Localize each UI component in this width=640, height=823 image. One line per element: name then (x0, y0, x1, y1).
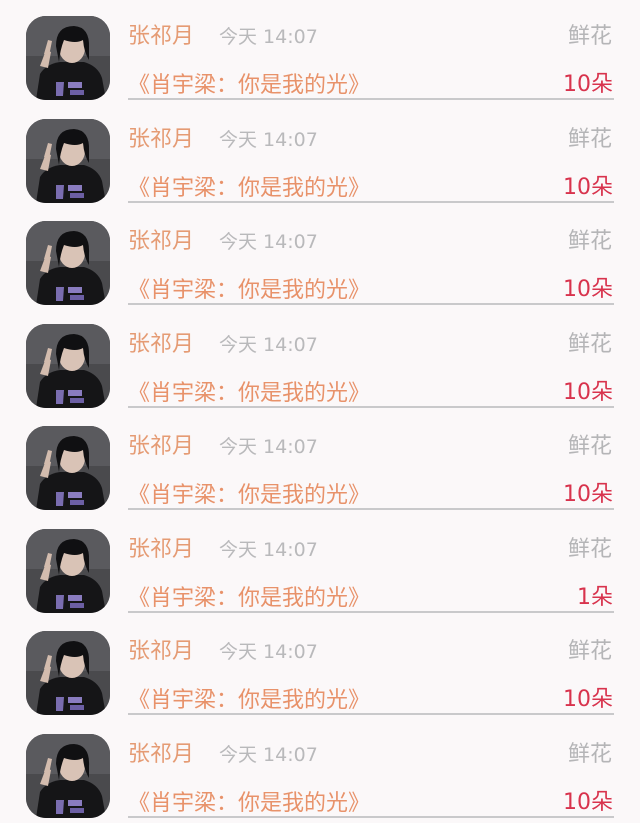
gift-type: 鲜花 (567, 24, 612, 49)
user-name[interactable]: 张祁月 (128, 18, 194, 50)
gift-type: 鲜花 (567, 536, 612, 562)
gift-type: 鲜花 (567, 126, 612, 152)
divider (128, 200, 614, 203)
divider (128, 610, 614, 613)
divider (128, 815, 614, 818)
avatar[interactable] (26, 118, 110, 203)
user-name[interactable]: 张祁月 (128, 736, 194, 768)
timestamp: 今天 14:07 (219, 538, 318, 561)
gift-count: 10朵 (563, 277, 613, 302)
gift-count: 10朵 (563, 789, 613, 815)
work-title[interactable]: 《肖宇梁：你是我的光》 (128, 272, 370, 304)
user-name[interactable]: 张祁月 (128, 121, 194, 153)
timestamp: 今天 14:07 (219, 333, 318, 356)
timestamp: 今天 14:07 (219, 436, 318, 458)
avatar[interactable] (26, 221, 110, 305)
divider (128, 303, 614, 305)
work-title[interactable]: 《肖宇梁：你是我的光》 (128, 477, 370, 509)
avatar[interactable] (26, 323, 110, 408)
work-title[interactable]: 《肖宇梁：你是我的光》 (128, 170, 370, 202)
list-item[interactable]: 张祁月 今天 14:07 鲜花 《肖宇梁：你是我的光》 10朵 (0, 718, 640, 821)
avatar[interactable] (26, 631, 110, 715)
gift-type: 鲜花 (567, 434, 612, 459)
work-title[interactable]: 《肖宇梁：你是我的光》 (128, 785, 370, 817)
gift-count: 10朵 (563, 687, 613, 712)
divider (128, 713, 614, 715)
timestamp: 今天 14:07 (219, 231, 318, 253)
timestamp: 今天 14:07 (219, 641, 318, 663)
work-title[interactable]: 《肖宇梁：你是我的光》 (128, 580, 370, 612)
list-item[interactable]: 张祁月 今天 14:07 鲜花 《肖宇梁：你是我的光》 10朵 (0, 205, 640, 308)
divider (128, 98, 614, 100)
timestamp: 今天 14:07 (219, 743, 318, 766)
gift-type: 鲜花 (567, 331, 612, 357)
user-name[interactable]: 张祁月 (128, 326, 194, 358)
gift-count: 10朵 (563, 379, 613, 405)
list-item[interactable]: 张祁月 今天 14:07 鲜花 《肖宇梁：你是我的光》 10朵 (0, 103, 640, 206)
user-name[interactable]: 张祁月 (128, 531, 194, 563)
work-title[interactable]: 《肖宇梁：你是我的光》 (128, 682, 370, 714)
user-name[interactable]: 张祁月 (128, 633, 194, 665)
avatar[interactable] (26, 733, 110, 818)
gift-count: 10朵 (563, 174, 613, 200)
timestamp: 今天 14:07 (219, 128, 318, 151)
user-name[interactable]: 张祁月 (128, 223, 194, 255)
divider (128, 405, 614, 408)
work-title[interactable]: 《肖宇梁：你是我的光》 (128, 67, 370, 99)
avatar[interactable] (26, 426, 110, 510)
list-item[interactable]: 张祁月 今天 14:07 鲜花 《肖宇梁：你是我的光》 10朵 (0, 410, 640, 513)
gift-type: 鲜花 (567, 229, 612, 254)
gift-count: 1朵 (577, 584, 613, 610)
avatar[interactable] (26, 16, 110, 100)
avatar[interactable] (26, 528, 110, 613)
gift-type: 鲜花 (567, 639, 612, 664)
gift-record-list: 张祁月 今天 14:07 鲜花 《肖宇梁：你是我的光》 10朵 张祁月 今天 1… (0, 0, 640, 823)
list-item[interactable]: 张祁月 今天 14:07 鲜花 《肖宇梁：你是我的光》 10朵 (0, 0, 640, 103)
work-title[interactable]: 《肖宇梁：你是我的光》 (128, 375, 370, 407)
timestamp: 今天 14:07 (219, 26, 318, 48)
gift-count: 10朵 (563, 482, 613, 507)
divider (128, 508, 614, 510)
list-item[interactable]: 张祁月 今天 14:07 鲜花 《肖宇梁：你是我的光》 10朵 (0, 615, 640, 718)
gift-count: 10朵 (563, 72, 613, 97)
list-item[interactable]: 张祁月 今天 14:07 鲜花 《肖宇梁：你是我的光》 10朵 (0, 308, 640, 411)
gift-type: 鲜花 (567, 741, 612, 767)
user-name[interactable]: 张祁月 (128, 428, 194, 460)
list-item[interactable]: 张祁月 今天 14:07 鲜花 《肖宇梁：你是我的光》 1朵 (0, 513, 640, 616)
